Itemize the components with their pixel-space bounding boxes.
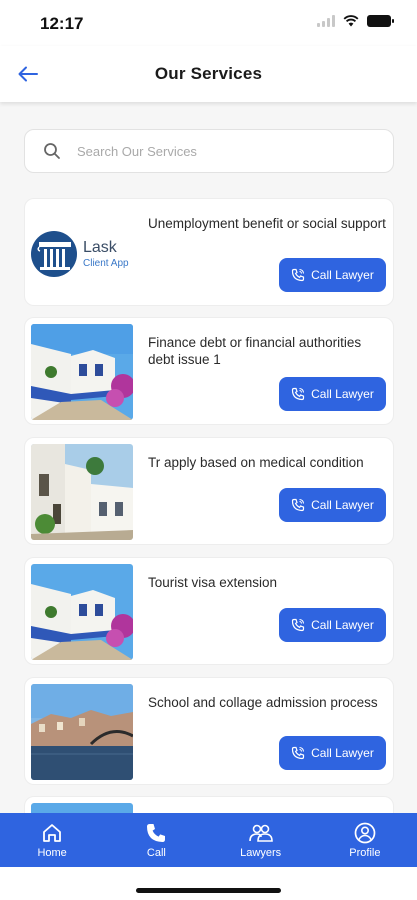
service-title: School and collage admission process xyxy=(148,695,378,710)
river-city-image xyxy=(31,684,133,780)
call-lawyer-button[interactable]: Call Lawyer xyxy=(279,377,386,411)
white-houses-image xyxy=(31,444,133,540)
call-lawyer-label: Call Lawyer xyxy=(311,746,374,760)
call-lawyer-label: Call Lawyer xyxy=(311,387,374,401)
nav-home-label: Home xyxy=(37,846,67,859)
service-title: Finance debt or financial authorities de… xyxy=(148,335,362,367)
service-title: Unemployment benefit or social support xyxy=(148,216,386,231)
nav-call[interactable]: Call xyxy=(104,813,208,867)
lask-logo: Lask Client App xyxy=(31,205,133,301)
call-lawyer-label: Call Lawyer xyxy=(311,498,374,512)
user-circle-icon xyxy=(354,822,376,843)
service-title: Tourist visa extension xyxy=(148,575,278,590)
signal-icon xyxy=(317,15,335,27)
nav-home[interactable]: Home xyxy=(0,813,104,867)
phone-call-icon xyxy=(292,746,305,760)
phone-call-icon xyxy=(292,268,305,282)
call-lawyer-button[interactable]: Call Lawyer xyxy=(279,736,386,770)
status-bar: 12:17 xyxy=(0,0,417,46)
logo-name: Lask xyxy=(83,239,117,256)
service-card[interactable]: Finance debt or financial authorities de… xyxy=(24,317,394,425)
users-icon xyxy=(248,824,273,842)
nav-lawyers-label: Lawyers xyxy=(240,846,282,859)
service-card[interactable]: Tr apply based on medical condition Call… xyxy=(24,437,394,545)
page-title: Our Services xyxy=(154,64,263,83)
call-lawyer-label: Call Lawyer xyxy=(311,618,374,632)
search-input[interactable] xyxy=(77,143,357,159)
village-street-image xyxy=(31,564,133,660)
phone-call-icon xyxy=(292,498,305,512)
phone-icon xyxy=(147,823,166,842)
status-icons xyxy=(317,15,394,27)
service-card[interactable]: Lask Client App Unemployment benefit or … xyxy=(24,198,394,306)
call-lawyer-label: Call Lawyer xyxy=(311,268,374,282)
bottom-nav: Home Call Lawyers Profile xyxy=(0,813,417,867)
nav-profile[interactable]: Profile xyxy=(313,813,417,867)
bottom-safe-area xyxy=(0,867,417,900)
service-card-partial[interactable] xyxy=(24,796,394,814)
home-icon xyxy=(43,823,62,842)
logo-subtitle: Client App xyxy=(83,258,129,269)
call-lawyer-button[interactable]: Call Lawyer xyxy=(279,488,386,522)
wifi-icon xyxy=(343,15,359,27)
search-icon xyxy=(44,143,60,159)
search-box[interactable] xyxy=(24,129,394,173)
village-street-image xyxy=(31,324,133,420)
call-lawyer-button[interactable]: Call Lawyer xyxy=(279,608,386,642)
home-indicator[interactable] xyxy=(136,888,281,893)
phone-call-icon xyxy=(292,387,305,401)
nav-lawyers[interactable]: Lawyers xyxy=(209,813,313,867)
battery-icon xyxy=(367,15,394,27)
pillar-logo-icon xyxy=(31,231,77,277)
app-header: Our Services xyxy=(0,46,417,102)
service-card[interactable]: Tourist visa extension Call Lawyer xyxy=(24,557,394,665)
call-lawyer-button[interactable]: Call Lawyer xyxy=(279,258,386,292)
nav-profile-label: Profile xyxy=(349,846,381,859)
service-title: Tr apply based on medical condition xyxy=(148,455,364,470)
service-card[interactable]: School and collage admission process Cal… xyxy=(24,677,394,785)
nav-call-label: Call xyxy=(146,846,166,859)
phone-call-icon xyxy=(292,618,305,632)
status-time: 12:17 xyxy=(40,14,84,33)
